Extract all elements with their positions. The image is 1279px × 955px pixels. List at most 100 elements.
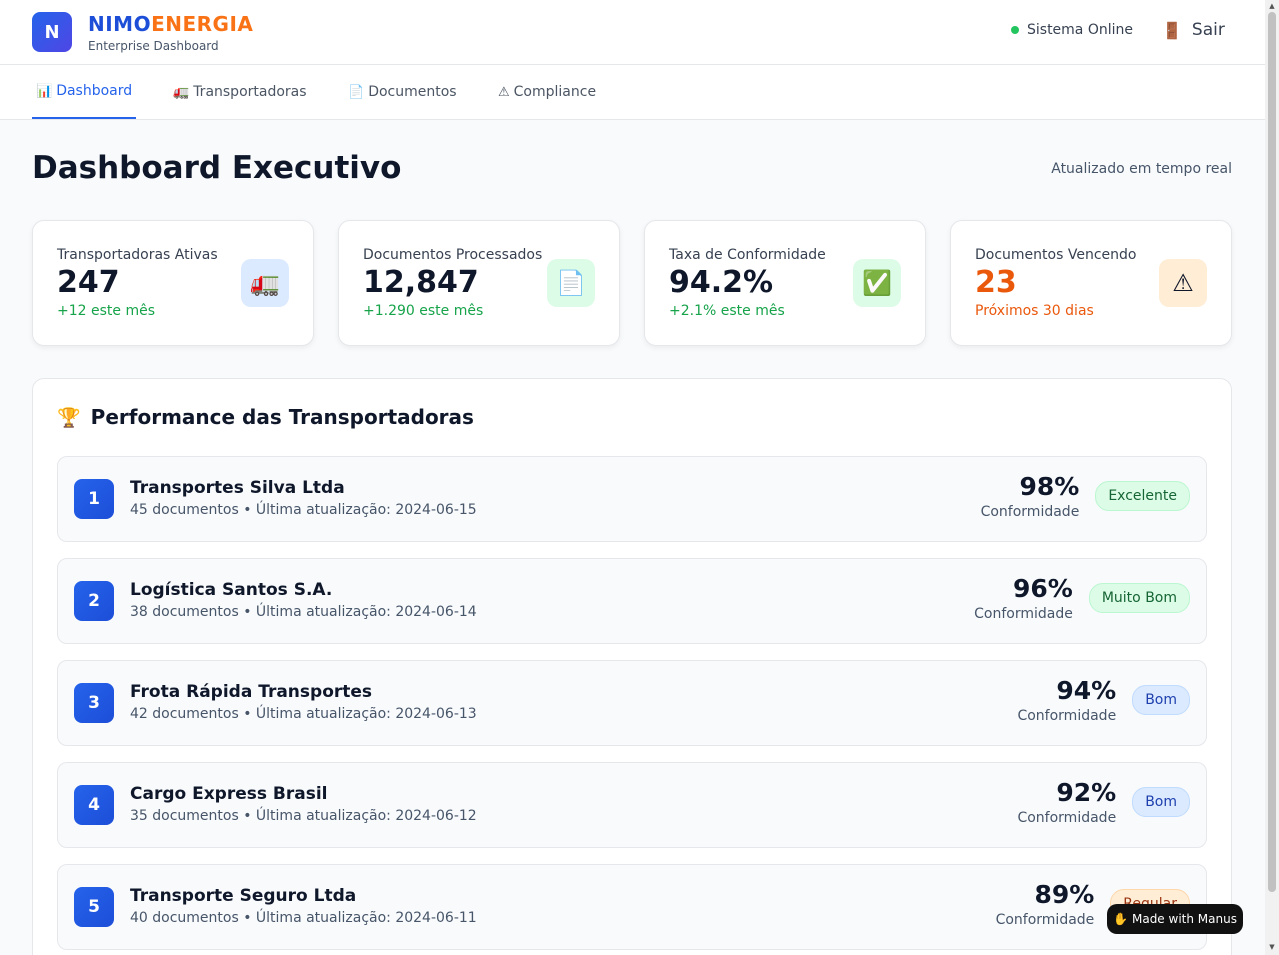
score-block: 92% Conformidade	[1017, 777, 1116, 827]
compliance-label: Conformidade	[974, 606, 1073, 622]
logout-button[interactable]: 🚪 Sair	[1162, 20, 1225, 40]
stat-label: Documentos Processados	[363, 247, 543, 263]
carrier-name: Transportes Silva Ltda	[130, 478, 345, 498]
compliance-label: Conformidade	[980, 504, 1080, 520]
carrier-name: Logística Santos S.A.	[130, 580, 333, 600]
score-block: 96% Conformidade	[974, 573, 1073, 623]
tab-transportadoras[interactable]: 🚛 Transportadoras	[173, 65, 307, 119]
stat-value: 247	[57, 265, 120, 300]
carrier-row[interactable]: 5 Transporte Seguro Ltda 40 documentos •…	[57, 864, 1207, 950]
status-badge: Bom	[1132, 685, 1190, 715]
score-block: 89% Conformidade	[996, 879, 1095, 929]
compliance-percent: 89%	[1034, 880, 1095, 909]
warning-icon: ⚠	[498, 84, 510, 100]
status-badge: Bom	[1132, 787, 1190, 817]
carrier-row[interactable]: 1 Transportes Silva Ltda 45 documentos •…	[57, 456, 1207, 542]
stat-delta: +12 este mês	[57, 303, 155, 319]
tab-dashboard[interactable]: 📊 Dashboard	[32, 65, 137, 119]
stat-card-vencendo: Documentos Vencendo 23 Próximos 30 dias …	[950, 220, 1232, 346]
brand-name-part1: NIMO	[88, 12, 152, 36]
main-nav: 📊 Dashboard 🚛 Transportadoras 📄 Document…	[0, 65, 1265, 120]
carrier-meta: 42 documentos • Última atualização: 2024…	[130, 706, 477, 722]
app-header: N NIMOENERGIA Enterprise Dashboard Siste…	[0, 0, 1265, 65]
status-badge: Muito Bom	[1088, 583, 1190, 613]
compliance-percent: 98%	[1019, 472, 1080, 501]
carrier-row[interactable]: 2 Logística Santos S.A. 38 documentos • …	[57, 558, 1207, 644]
scroll-thumb[interactable]	[1268, 12, 1276, 892]
stat-card-transportadoras: Transportadoras Ativas 247 +12 este mês …	[32, 220, 314, 346]
stat-label: Transportadoras Ativas	[57, 247, 218, 263]
truck-icon: 🚛	[173, 84, 190, 100]
trophy-icon: 🏆	[57, 406, 81, 429]
update-status: Atualizado em tempo real	[1051, 161, 1232, 177]
carrier-name: Frota Rápida Transportes	[130, 682, 373, 702]
tab-label: Documentos	[368, 84, 457, 100]
performance-panel: 🏆 Performance das Transportadoras 1 Tran…	[32, 378, 1232, 955]
carrier-row[interactable]: 3 Frota Rápida Transportes 42 documentos…	[57, 660, 1207, 746]
chart-icon: 📊	[36, 83, 53, 99]
status-dot-icon	[1011, 26, 1019, 34]
panel-title-label: Performance das Transportadoras	[90, 405, 474, 429]
made-with-manus-badge[interactable]: ✋ Made with Manus	[1107, 904, 1243, 934]
brand-name-part2: ENERGIA	[151, 12, 254, 36]
warning-icon: ⚠	[1159, 259, 1207, 307]
score-block: 98% Conformidade	[981, 471, 1080, 521]
tab-label: Dashboard	[56, 83, 133, 99]
tab-documentos[interactable]: 📄 Documentos	[348, 65, 457, 119]
compliance-percent: 94%	[1056, 676, 1117, 705]
rank-badge: 3	[74, 683, 114, 723]
page-scrollbar[interactable]: ▲ ▼	[1265, 0, 1279, 955]
system-status: Sistema Online	[1011, 22, 1133, 38]
compliance-percent: 96%	[1013, 574, 1073, 603]
brand-name: NIMOENERGIA	[88, 12, 253, 36]
row-score: 96% Conformidade Muito Bom	[974, 573, 1190, 623]
rank-badge: 4	[74, 785, 114, 825]
carrier-meta: 40 documentos • Última atualização: 2024…	[130, 910, 477, 926]
rank-badge: 5	[74, 887, 114, 927]
carrier-name: Transporte Seguro Ltda	[130, 886, 357, 906]
stat-label: Documentos Vencendo	[975, 247, 1137, 263]
tab-label: Transportadoras	[193, 84, 307, 100]
document-icon: 📄	[547, 259, 595, 307]
row-score: 98% Conformidade Excelente	[981, 471, 1190, 521]
door-icon: 🚪	[1162, 20, 1182, 40]
carrier-meta: 45 documentos • Última atualização: 2024…	[130, 502, 477, 518]
tab-label: Compliance	[513, 84, 597, 100]
stat-delta: +2.1% este mês	[669, 303, 785, 319]
truck-icon: 🚛	[241, 259, 289, 307]
row-score: 94% Conformidade Bom	[1017, 675, 1190, 725]
logout-label: Sair	[1191, 20, 1225, 40]
brand-subtitle: Enterprise Dashboard	[88, 39, 219, 53]
panel-title: 🏆 Performance das Transportadoras	[57, 405, 474, 429]
status-badge: Excelente	[1095, 481, 1190, 511]
stat-delta: +1.290 este mês	[363, 303, 484, 319]
page-title: Dashboard Executivo	[32, 150, 402, 186]
status-label: Sistema Online	[1027, 22, 1133, 38]
compliance-percent: 92%	[1056, 778, 1117, 807]
stat-value: 94.2%	[669, 265, 774, 300]
rank-badge: 1	[74, 479, 114, 519]
logo[interactable]: N	[32, 12, 72, 52]
rank-badge: 2	[74, 581, 114, 621]
tab-compliance[interactable]: ⚠ Compliance	[498, 65, 596, 119]
stat-value: 12,847	[363, 265, 479, 300]
compliance-label: Conformidade	[1017, 810, 1117, 826]
stat-value: 23	[975, 265, 1017, 300]
scroll-up-icon[interactable]: ▲	[1268, 2, 1276, 10]
compliance-label: Conformidade	[1017, 708, 1117, 724]
check-icon: ✅	[853, 259, 901, 307]
score-block: 94% Conformidade	[1017, 675, 1116, 725]
stat-delta: Próximos 30 dias	[975, 303, 1094, 319]
scroll-down-icon[interactable]: ▼	[1268, 943, 1276, 951]
stat-card-documentos: Documentos Processados 12,847 +1.290 est…	[338, 220, 620, 346]
carrier-meta: 35 documentos • Última atualização: 2024…	[130, 808, 477, 824]
document-icon: 📄	[348, 84, 365, 100]
compliance-label: Conformidade	[995, 912, 1095, 928]
carrier-meta: 38 documentos • Última atualização: 2024…	[130, 604, 477, 620]
carrier-name: Cargo Express Brasil	[130, 784, 328, 804]
manus-label: Made with Manus	[1131, 912, 1237, 926]
stat-card-conformidade: Taxa de Conformidade 94.2% +2.1% este mê…	[644, 220, 926, 346]
row-score: 92% Conformidade Bom	[1017, 777, 1190, 827]
hand-icon: ✋	[1113, 912, 1128, 926]
carrier-row[interactable]: 4 Cargo Express Brasil 35 documentos • Ú…	[57, 762, 1207, 848]
